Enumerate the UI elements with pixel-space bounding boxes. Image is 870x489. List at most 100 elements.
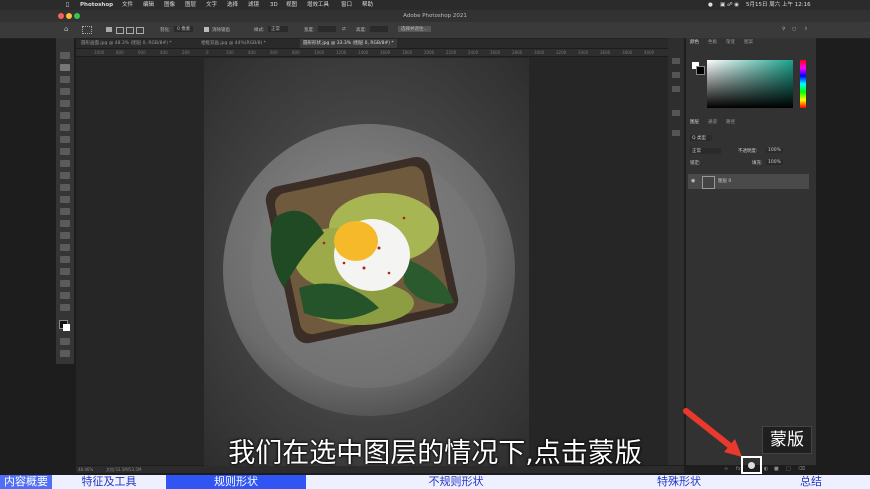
properties-panel-icon[interactable] [672, 110, 680, 116]
zoom-tool-icon[interactable] [60, 292, 70, 299]
style-select[interactable]: 正常 [268, 26, 288, 32]
tab-paths[interactable]: 路径 [726, 118, 735, 128]
gradient-tool-icon[interactable] [60, 196, 70, 203]
document-image[interactable] [204, 58, 529, 466]
menubar-clock[interactable]: 5月15日 周六 上午 12:16 [746, 0, 811, 10]
background-color-swatch[interactable] [63, 324, 70, 331]
swap-icon[interactable]: ⇄ [342, 27, 346, 32]
healing-brush-tool-icon[interactable] [60, 136, 70, 143]
menu-item-plugins[interactable]: 增效工具 [307, 0, 329, 10]
tab-patterns[interactable]: 图案 [744, 38, 753, 48]
nav-regular-shapes[interactable]: 规则形状 [166, 475, 306, 489]
nav-special-shapes[interactable]: 特殊形状 [606, 475, 752, 489]
crop-tool-icon[interactable] [60, 100, 70, 107]
lasso-tool-icon[interactable] [60, 76, 70, 83]
width-input[interactable] [318, 26, 336, 32]
eraser-tool-icon[interactable] [60, 184, 70, 191]
tab-document-2[interactable]: 相框双画.jpg @ 44%(RGB/8) * [198, 39, 269, 48]
hue-slider[interactable] [800, 60, 806, 108]
menu-item-help[interactable]: 帮助 [362, 0, 373, 10]
opacity-input[interactable]: 100% [766, 148, 783, 153]
menu-item-layer[interactable]: 图层 [185, 0, 196, 10]
share-icon[interactable]: ⇧ [804, 27, 808, 32]
tab-document-3[interactable]: 圆形形状.jpg @ 33.3% (图层 0, RGB/8#) * [300, 39, 397, 48]
horizontal-ruler[interactable]: 1000 800 600 400 200 0 200 400 600 800 1… [76, 49, 684, 56]
ruler-tick: 3600 [600, 50, 611, 55]
frame-tool-icon[interactable] [60, 112, 70, 119]
ruler-tick: 2600 [490, 50, 501, 55]
feather-input[interactable]: 0 像素 [174, 26, 194, 32]
blend-mode-select[interactable]: 正常 [690, 148, 721, 154]
ruler-tick: 0 [206, 50, 209, 55]
hand-tool-icon[interactable] [60, 280, 70, 287]
subtract-selection-icon[interactable] [126, 27, 134, 34]
nav-summary[interactable]: 总结 [752, 475, 870, 489]
layer-name[interactable]: 图层 0 [718, 174, 731, 189]
color-bg-swatch[interactable] [696, 66, 705, 75]
color-picker-field[interactable] [707, 60, 793, 108]
layer-kind-filter[interactable]: Q 类型 [690, 135, 712, 141]
fill-input[interactable]: 100% [766, 160, 783, 165]
nav-features-tools[interactable]: 特征及工具 [52, 475, 166, 489]
history-panel-icon[interactable] [672, 58, 680, 64]
blur-tool-icon[interactable] [60, 208, 70, 215]
nav-overview[interactable]: 内容概要 [0, 475, 52, 489]
ruler-tick: 3400 [578, 50, 589, 55]
dodge-tool-icon[interactable] [60, 220, 70, 227]
apple-icon[interactable]:  [66, 0, 69, 10]
eyedropper-tool-icon[interactable] [60, 124, 70, 131]
feather-label: 羽化: [160, 28, 171, 33]
menu-item-view[interactable]: 视图 [286, 0, 297, 10]
marquee-tool-icon[interactable] [60, 64, 70, 71]
magic-wand-tool-icon[interactable] [60, 88, 70, 95]
eye-icon[interactable]: ◉ [691, 174, 695, 189]
menu-item-type[interactable]: 文字 [206, 0, 217, 10]
intersect-selection-icon[interactable] [136, 27, 144, 34]
tab-channels[interactable]: 通道 [708, 118, 717, 128]
marquee-tool-preset-icon[interactable] [82, 26, 92, 34]
history-brush-tool-icon[interactable] [60, 172, 70, 179]
pen-tool-icon[interactable] [60, 232, 70, 239]
clone-stamp-tool-icon[interactable] [60, 160, 70, 167]
select-and-mask-button[interactable]: 选择并遮住... [398, 26, 431, 32]
path-selection-tool-icon[interactable] [60, 256, 70, 263]
antialias-checkbox[interactable] [204, 27, 209, 32]
options-bar: ⌂ 羽化: 0 像素 消除锯齿 样式: 正常 宽度: ⇄ 高度: 选择并遮住..… [0, 22, 870, 39]
adjustments-panel-icon[interactable] [672, 130, 680, 136]
type-tool-icon[interactable] [60, 244, 70, 251]
tab-document-1[interactable]: 圆形画面.jpg @ 48.3% (图层 0, RGB/8#) * [78, 39, 175, 48]
menu-item-filter[interactable]: 滤镜 [248, 0, 259, 10]
ruler-tick: 2800 [512, 50, 523, 55]
add-selection-icon[interactable] [116, 27, 124, 34]
tab-gradients[interactable]: 渐变 [726, 38, 735, 48]
workspace-icon[interactable]: ▢ [792, 27, 796, 32]
search-icon[interactable]: ⚲ [782, 27, 785, 32]
tab-color[interactable]: 颜色 [690, 38, 699, 48]
nav-irregular-shapes[interactable]: 不规则形状 [306, 475, 606, 489]
menu-item-file[interactable]: 文件 [122, 0, 133, 10]
menu-item-edit[interactable]: 编辑 [143, 0, 154, 10]
tab-swatches[interactable]: 色板 [708, 38, 717, 48]
height-input[interactable] [370, 26, 388, 32]
menu-item-image[interactable]: 图像 [164, 0, 175, 10]
character-panel-icon[interactable] [672, 72, 680, 78]
home-icon[interactable]: ⌂ [64, 25, 68, 33]
menu-item-3d[interactable]: 3D [270, 0, 278, 10]
menu-item-window[interactable]: 窗口 [341, 0, 352, 10]
user-icon[interactable]: ● [708, 0, 713, 10]
paragraph-panel-icon[interactable] [672, 86, 680, 92]
more-tools-icon[interactable] [60, 304, 70, 311]
close-window-button[interactable] [58, 13, 64, 19]
zoom-window-button[interactable] [74, 13, 80, 19]
move-tool-icon[interactable] [60, 52, 70, 59]
new-selection-icon[interactable] [106, 27, 112, 32]
screen-mode-icon[interactable] [60, 350, 70, 357]
minimize-window-button[interactable] [66, 13, 72, 19]
quick-mask-icon[interactable] [60, 338, 70, 345]
brush-tool-icon[interactable] [60, 148, 70, 155]
layer-row[interactable]: ◉ 图层 0 [688, 174, 809, 189]
menu-item-select[interactable]: 选择 [227, 0, 238, 10]
menu-app-name[interactable]: Photoshop [80, 0, 113, 10]
tab-layers[interactable]: 图层 [690, 118, 699, 128]
rectangle-tool-icon[interactable] [60, 268, 70, 275]
